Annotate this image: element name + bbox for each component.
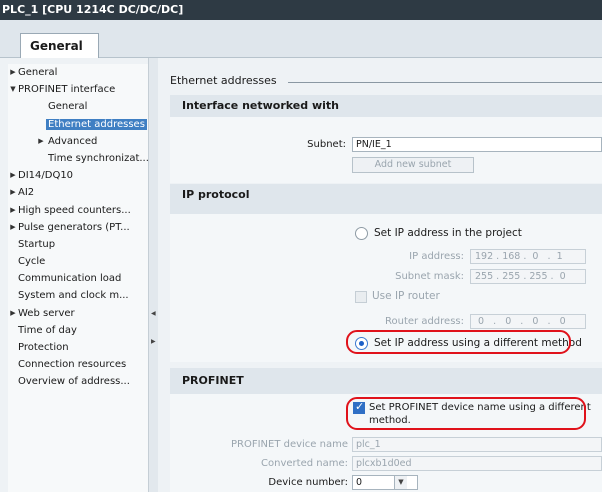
tree-item-9[interactable]: ▶ Pulse generators (PT... (8, 219, 148, 236)
router-address-label: Router address: (385, 316, 464, 327)
collapsed-arrow-icon[interactable]: ▶ (8, 167, 18, 184)
tree-item-13[interactable]: System and clock m... (8, 287, 148, 304)
collapsed-arrow-icon[interactable]: ▶ (8, 305, 18, 322)
tree-item-label: DI14/DQ10 (18, 170, 74, 182)
use-ip-router-checkbox[interactable] (355, 291, 367, 303)
set-ip-in-project-label[interactable]: Set IP address in the project (374, 227, 522, 239)
profinet-heading: PROFINET (170, 368, 602, 394)
tree-item-14[interactable]: ▶ Web server (8, 305, 148, 322)
tree-item-label: Time synchronizat... (48, 152, 148, 164)
tree-item-label: Overview of address... (18, 376, 130, 388)
ip-protocol-heading: IP protocol (170, 184, 602, 214)
tree-item-label: General (48, 101, 88, 113)
tree-item-label: Time of day (18, 324, 77, 336)
tree-item-16[interactable]: Protection (8, 339, 148, 356)
tree-item-10[interactable]: Startup (8, 236, 148, 253)
expand-right-icon[interactable]: ▶ (151, 338, 156, 345)
converted-name-field: plcxb1d0ed (352, 456, 602, 471)
tree-item-18[interactable]: Overview of address... (8, 373, 148, 390)
collapsed-arrow-icon[interactable]: ▶ (8, 64, 18, 81)
tree-item-12[interactable]: Communication load (8, 270, 148, 287)
tree-item-5[interactable]: Time synchronizat... (8, 150, 148, 167)
tree-item-label: Protection (18, 342, 69, 353)
subnet-mask-field[interactable]: 255 . 255 . 255 . 0 (470, 269, 586, 284)
converted-name-label: Converted name: (261, 458, 348, 469)
tree-item-label: Web server (18, 307, 75, 319)
tree-item-4[interactable]: ▶ Advanced (8, 133, 148, 150)
collapsed-arrow-icon[interactable]: ▶ (36, 133, 46, 150)
tree-item-label: Communication load (18, 273, 122, 285)
tree-item-label: High speed counters... (18, 204, 131, 216)
tree-item-label: Ethernet addresses (46, 118, 147, 130)
pane-splitter[interactable]: ◀ ▶ (148, 58, 158, 492)
collapsed-arrow-icon[interactable]: ▶ (8, 184, 18, 201)
device-number-label: Device number: (268, 477, 348, 488)
set-ip-in-project-radio[interactable] (355, 227, 368, 240)
section-title: Ethernet addresses (170, 74, 277, 87)
subnet-value: PN/IE_1 (356, 139, 392, 150)
subnet-label: Subnet: (307, 139, 346, 150)
collapsed-arrow-icon[interactable]: ▶ (8, 202, 18, 219)
properties-content: Ethernet addresses Interface networked w… (162, 58, 602, 492)
expanded-arrow-icon[interactable]: ▼ (8, 81, 18, 98)
use-ip-router-label: Use IP router (372, 290, 440, 302)
tree-item-label: PROFINET interface (18, 84, 116, 96)
add-new-subnet-button[interactable]: Add new subnet (352, 157, 474, 173)
highlight-ring-device-name (346, 397, 586, 430)
tree-item-11[interactable]: Cycle (8, 253, 148, 270)
highlight-ring-ip-method (346, 330, 571, 354)
ip-address-label: IP address: (409, 251, 464, 262)
subnet-mask-label: Subnet mask: (395, 271, 464, 282)
tree-item-0[interactable]: ▶ General (8, 64, 148, 81)
tree-item-label: Advanced (48, 135, 98, 147)
tree-item-8[interactable]: ▶ High speed counters... (8, 202, 148, 219)
tree-item-label: Connection resources (18, 359, 127, 371)
tree-item-15[interactable]: Time of day (8, 322, 148, 339)
subnet-dropdown[interactable]: PN/IE_1 (352, 137, 602, 152)
navigation-tree: ▶ General ▼ PROFINET interface General Ethern… (8, 64, 148, 492)
ip-address-field[interactable]: 192 . 168 . 0 . 1 (470, 249, 586, 264)
window-title: PLC_1 [CPU 1214C DC/DC/DC] (0, 0, 602, 20)
collapse-left-icon[interactable]: ◀ (151, 310, 156, 317)
router-address-field[interactable]: 0 . 0 . 0 . 0 (470, 314, 586, 329)
profinet-device-name-label: PROFINET device name (230, 439, 348, 450)
section-divider (288, 82, 602, 83)
tree-item-label: AI2 (18, 187, 35, 199)
tree-item-17[interactable]: Connection resources (8, 356, 148, 373)
tree-item-1[interactable]: ▼ PROFINET interface (8, 81, 148, 98)
interface-heading: Interface networked with (170, 95, 602, 117)
tree-item-label: Pulse generators (PT... (18, 221, 130, 233)
tree-item-7[interactable]: ▶ AI2 (8, 184, 148, 201)
device-number-dropdown[interactable]: 0 (352, 475, 418, 490)
tree-item-label: Cycle (18, 256, 46, 268)
collapsed-arrow-icon[interactable]: ▶ (8, 219, 18, 236)
tree-item-label: Startup (18, 238, 56, 250)
tree-item-2[interactable]: General (8, 98, 148, 115)
tree-item-label: System and clock m... (18, 290, 129, 302)
tree-item-label: General (18, 67, 58, 78)
tab-general[interactable]: General (20, 33, 99, 59)
profinet-device-name-field[interactable]: plc_1 (352, 437, 602, 452)
device-number-value: 0 (356, 477, 363, 488)
tab-strip: General (0, 20, 602, 59)
tree-item-6[interactable]: ▶ DI14/DQ10 (8, 167, 148, 184)
tree-item-3[interactable]: Ethernet addresses (8, 116, 148, 133)
device-number-dropdown-icon[interactable]: ▼ (394, 476, 407, 489)
